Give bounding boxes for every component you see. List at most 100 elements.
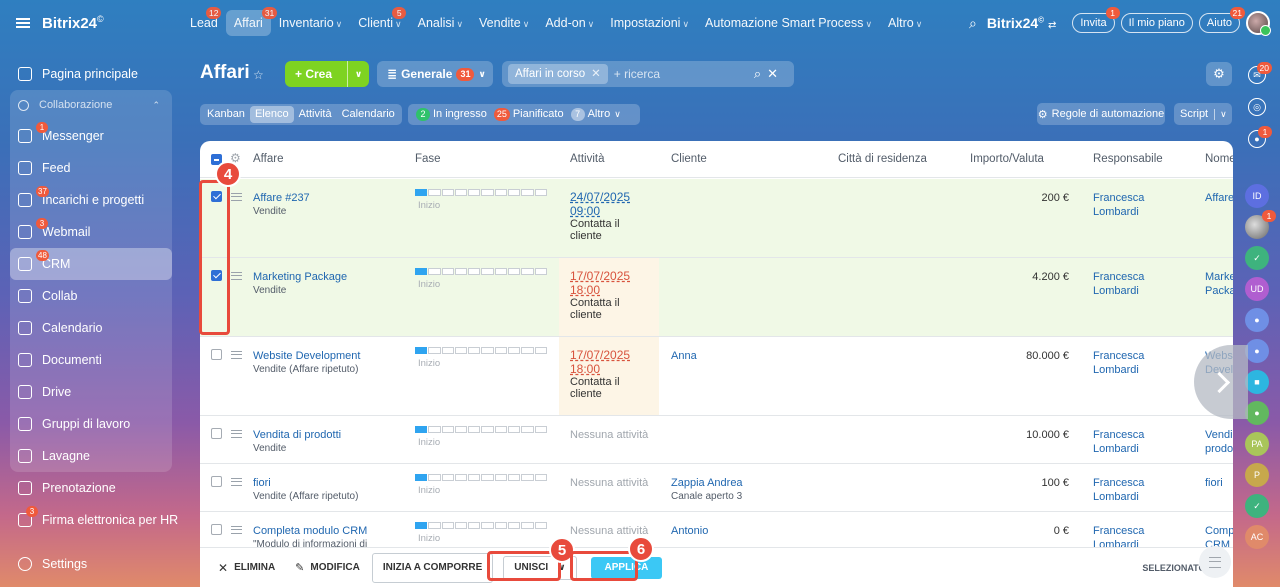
drag-handle-icon[interactable]: [231, 272, 242, 280]
sidebar-item-documenti[interactable]: Documenti: [10, 344, 172, 376]
deal-link[interactable]: Vendita di prodotti: [253, 428, 341, 442]
nav-altro[interactable]: Altro ∨: [880, 10, 930, 36]
table-row[interactable]: fiori Vendite (Affare ripetuto) Inizio Ness…: [200, 464, 1233, 512]
sidebar-item-home[interactable]: Pagina principale: [0, 58, 182, 90]
stage-progress[interactable]: [415, 474, 547, 481]
nav-inventario[interactable]: Inventario ∨: [271, 10, 351, 36]
sidebar-item-drive[interactable]: Drive: [10, 376, 172, 408]
drag-handle-icon[interactable]: [231, 193, 242, 201]
row-checkbox[interactable]: [211, 349, 222, 360]
tasks2-rail-icon[interactable]: ✓: [1245, 494, 1269, 518]
drag-handle-icon[interactable]: [231, 526, 242, 534]
sidebar-item-settings[interactable]: Settings: [0, 548, 87, 580]
automation-rules-button[interactable]: ⚙ Regole di automazione: [1037, 103, 1165, 125]
tab-attivita[interactable]: Attività: [294, 106, 337, 123]
column-header-nome[interactable]: Nome: [1205, 153, 1233, 165]
column-header-attivita[interactable]: Attività: [570, 153, 605, 165]
sidebar-item-firma-elettronica-per-hr[interactable]: Firma elettronica per HR 3: [0, 504, 182, 536]
edit-button[interactable]: ✎ Modifica: [285, 553, 370, 583]
pin-icon[interactable]: ☆: [253, 68, 264, 82]
sidebar-item-webmail[interactable]: Webmail 3: [10, 216, 172, 248]
name-cell[interactable]: fiori: [1205, 476, 1233, 490]
stage-progress[interactable]: [415, 522, 547, 529]
sidebar-group-header[interactable]: Collaborazione ⌃: [10, 90, 172, 120]
sidebar-item-collab[interactable]: Collab: [10, 280, 172, 312]
drag-handle-icon[interactable]: [231, 478, 242, 486]
table-row[interactable]: Marketing Package Vendite Inizio 17/07/2025…: [200, 258, 1233, 337]
app-logo[interactable]: Bitrix24©: [42, 14, 104, 32]
chevron-down-icon[interactable]: ∨: [1214, 108, 1227, 120]
search-filter-box[interactable]: Affari in corso ✕ + ricerca ⌕✕: [502, 61, 794, 87]
name-cell[interactable]: Vendi prodo: [1205, 428, 1233, 456]
column-header-affare[interactable]: Affare: [253, 153, 283, 165]
chevron-up-icon[interactable]: ⌃: [152, 100, 160, 111]
avatar-ud-icon[interactable]: UD: [1245, 277, 1269, 301]
deal-link[interactable]: fiori: [253, 476, 358, 490]
sidebar-item-calendario[interactable]: Calendario: [10, 312, 172, 344]
create-button[interactable]: + Crea ∨: [285, 61, 369, 87]
nav-clienti[interactable]: Clienti ∨ 5: [350, 7, 409, 36]
my-plan-button[interactable]: Il mio piano: [1120, 13, 1193, 33]
stage-progress[interactable]: [415, 347, 547, 354]
row-checkbox[interactable]: [211, 476, 222, 487]
deal-link[interactable]: Affare #237: [253, 191, 310, 205]
filter-chip[interactable]: Affari in corso ✕: [508, 64, 608, 84]
activity-cell[interactable]: 17/07/2025 18:00 Contatta il cliente: [559, 258, 659, 336]
drag-handle-icon[interactable]: [231, 430, 242, 438]
responsible-link[interactable]: Francesca Lombardi: [1093, 524, 1144, 547]
nav-impostazioni[interactable]: Impostazioni ∨: [602, 10, 697, 36]
filter-preset-button[interactable]: ≣ Generale 31 ∨: [377, 61, 493, 87]
sidebar-item-gruppi-di-lavoro[interactable]: Gruppi di lavoro: [10, 408, 172, 440]
responsible-link[interactable]: Francesca Lombardi: [1093, 191, 1144, 219]
name-cell[interactable]: Marke Packa: [1205, 270, 1233, 298]
avatar-ac-icon[interactable]: AC: [1245, 525, 1269, 549]
group2-rail-icon[interactable]: ●: [1245, 339, 1269, 363]
activity-cell[interactable]: 17/07/2025 18:00 Contatta il cliente: [559, 337, 659, 415]
sidebar-item-lavagne[interactable]: Lavagne: [10, 440, 172, 472]
search-icon[interactable]: ⌕✕: [754, 66, 784, 82]
avatar-p-icon[interactable]: P: [1245, 463, 1269, 487]
row-checkbox[interactable]: [211, 428, 222, 439]
search-input[interactable]: + ricerca: [614, 67, 754, 81]
counter-altro[interactable]: 7 Altro ∨: [570, 108, 621, 121]
counter-in-ingresso[interactable]: 2 In ingresso: [416, 108, 487, 121]
search-icon[interactable]: ⌕: [969, 15, 977, 32]
avatar-id-icon[interactable]: ID: [1245, 184, 1269, 208]
nav-analisi[interactable]: Analisi ∨: [410, 10, 471, 36]
gear-icon[interactable]: ⚙: [1206, 62, 1232, 86]
deal-link[interactable]: Completa modulo CRM: [253, 524, 367, 538]
tab-elenco[interactable]: Elenco: [249, 106, 294, 123]
responsible-link[interactable]: Francesca Lombardi: [1093, 270, 1144, 298]
column-header-responsabile[interactable]: Responsabile: [1093, 153, 1163, 165]
group-rail-icon[interactable]: ●: [1245, 308, 1269, 332]
avatar-pa-icon[interactable]: PA: [1245, 432, 1269, 456]
chevron-down-icon[interactable]: ∨: [347, 61, 369, 87]
counter-pianificato[interactable]: 25 Pianificato: [493, 108, 564, 121]
activity-date[interactable]: 17/07/2025: [570, 269, 659, 283]
stage-progress[interactable]: [415, 426, 547, 433]
name-cell[interactable]: Comp CRM: [1205, 524, 1233, 547]
activity-time[interactable]: 09:00: [570, 204, 659, 218]
activity-time[interactable]: 18:00: [570, 283, 659, 297]
tab-calendario[interactable]: Calendario: [337, 106, 400, 123]
column-header-cliente[interactable]: Cliente: [671, 153, 707, 165]
client-link[interactable]: Anna: [671, 349, 697, 363]
column-header-importo-valuta[interactable]: Importo/Valuta: [970, 153, 1044, 165]
copilot-icon[interactable]: ◎: [1248, 98, 1266, 116]
drag-handle-icon[interactable]: [231, 351, 242, 359]
responsible-link[interactable]: Francesca Lombardi: [1093, 428, 1144, 456]
header-logo[interactable]: Bitrix24© ⇄: [987, 15, 1057, 31]
sidebar-item-prenotazione[interactable]: Prenotazione: [0, 472, 182, 504]
chat-rail-icon[interactable]: ■: [1245, 370, 1269, 394]
sidebar-item-feed[interactable]: Feed: [10, 152, 172, 184]
column-header-citta-di-residenza[interactable]: Città di residenza: [838, 153, 927, 165]
client-link[interactable]: Zappia Andrea: [671, 476, 743, 490]
name-cell[interactable]: Affare: [1205, 191, 1233, 205]
table-row[interactable]: Affare #237 Vendite Inizio 24/07/2025 09:00 C…: [200, 179, 1233, 258]
activity-time[interactable]: 18:00: [570, 362, 659, 376]
table-row[interactable]: Website Development Vendite (Affare ripet…: [200, 337, 1233, 416]
notifications-icon[interactable]: ✉ 20: [1248, 62, 1272, 84]
responsible-link[interactable]: Francesca Lombardi: [1093, 476, 1144, 504]
deal-link[interactable]: Marketing Package: [253, 270, 347, 284]
menu-icon[interactable]: [1199, 546, 1231, 578]
